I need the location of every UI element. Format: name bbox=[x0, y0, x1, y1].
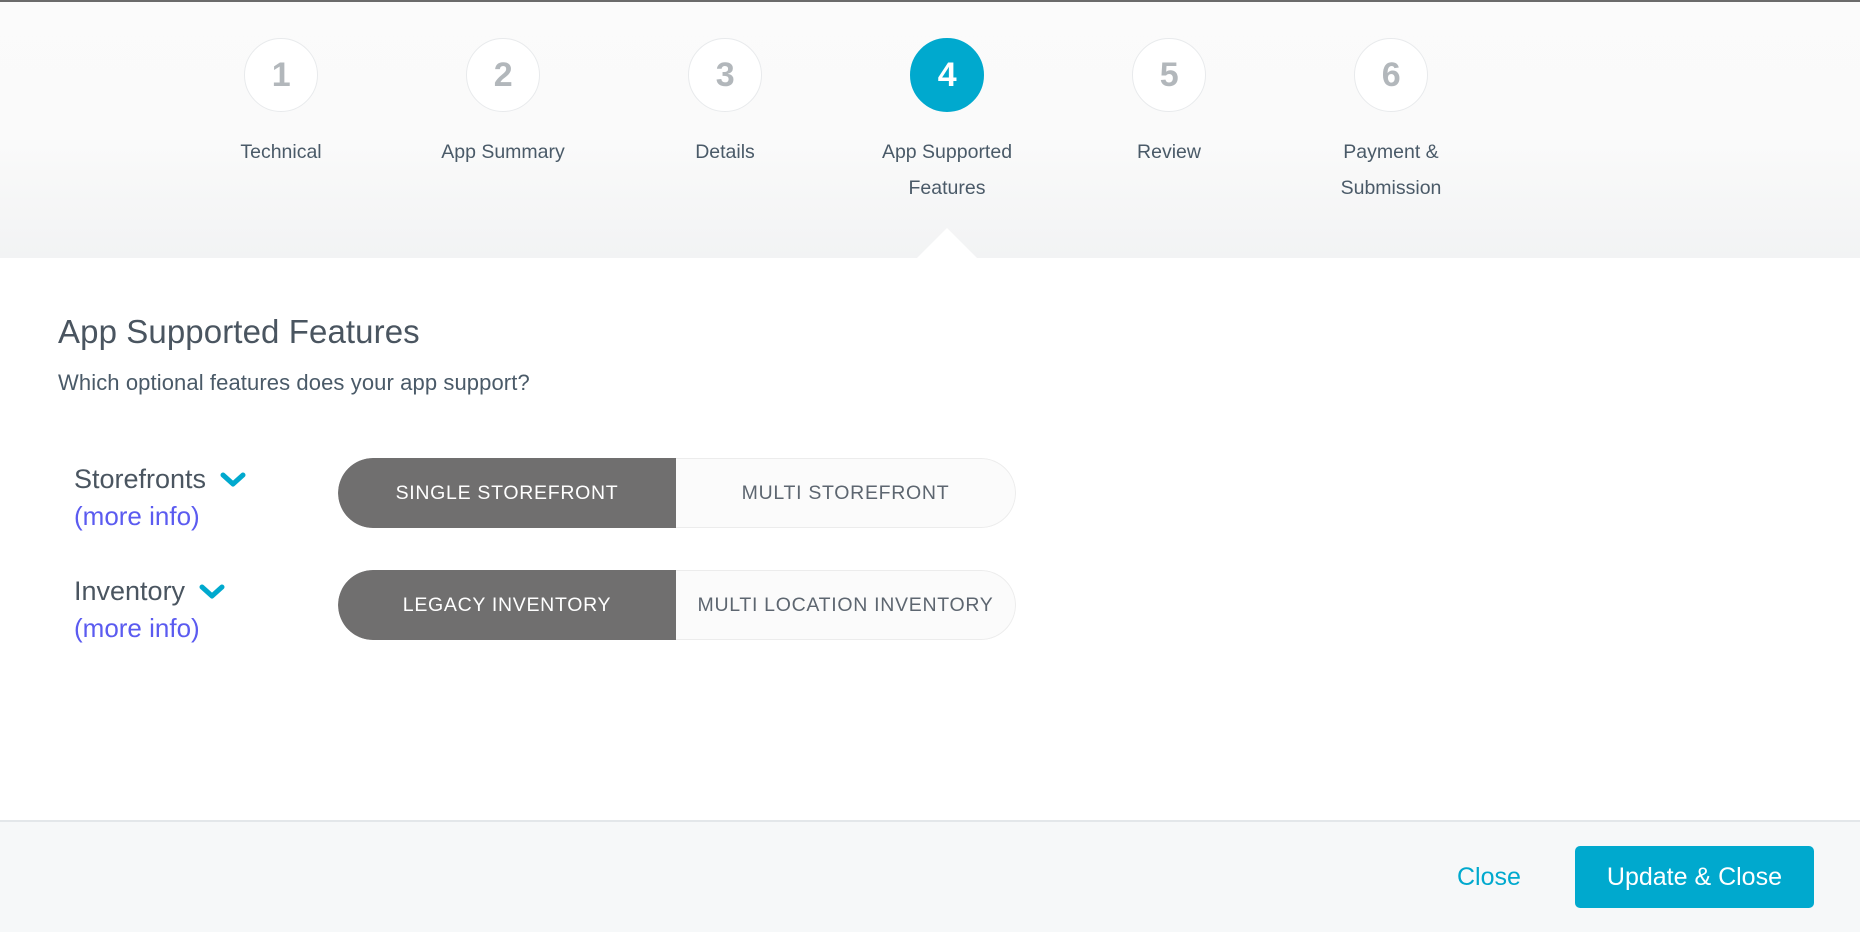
feature-label-line: Inventory bbox=[74, 576, 338, 607]
stepper-step-number: 1 bbox=[244, 38, 318, 112]
stepper-step-number: 2 bbox=[466, 38, 540, 112]
app-supported-features-wizard: 1 Technical 2 App Summary 3 Details 4 App Suppo… bbox=[0, 0, 1860, 932]
stepper-step-2[interactable]: 2 App Summary bbox=[392, 38, 614, 170]
stepper-step-3[interactable]: 3 Details bbox=[614, 38, 836, 170]
stepper-step-number: 6 bbox=[1354, 38, 1428, 112]
stepper-step-1[interactable]: 1 Technical bbox=[170, 38, 392, 170]
stepper-step-number: 3 bbox=[688, 38, 762, 112]
feature-label: Storefronts bbox=[74, 464, 207, 495]
stepper-step-label: App Summary bbox=[441, 141, 565, 163]
wizard-body: App Supported Features Which optional fe… bbox=[0, 258, 1860, 820]
active-step-pointer bbox=[917, 228, 977, 258]
stepper-step-label: Technical bbox=[240, 141, 322, 163]
stepper-steps: 1 Technical 2 App Summary 3 Details 4 App Suppo… bbox=[0, 38, 1860, 206]
feature-toggle-group: SINGLE STOREFRONT MULTI STOREFRONT bbox=[338, 458, 1016, 529]
update-and-close-button[interactable]: Update & Close bbox=[1574, 846, 1814, 908]
feature-list: Storefronts (more info) SINGLE STOREFRONT M… bbox=[58, 458, 1802, 652]
stepper-step-label: App Supported Features bbox=[881, 141, 1013, 199]
stepper-step-number: 5 bbox=[1132, 38, 1206, 112]
page-subtitle: Which optional features does your app su… bbox=[58, 370, 530, 396]
stepper-step-number: 4 bbox=[910, 38, 984, 112]
more-info-link[interactable]: (more info) bbox=[74, 613, 338, 644]
feature-label-group: Inventory (more info) bbox=[58, 570, 338, 644]
toggle-option-selected[interactable]: LEGACY INVENTORY bbox=[338, 570, 676, 641]
stepper-step-6[interactable]: 6 Payment & Submission bbox=[1280, 38, 1502, 206]
stepper-step-label: Details bbox=[695, 141, 755, 163]
feature-row: Inventory (more info) LEGACY INVENTORY MULT… bbox=[58, 570, 1802, 652]
stepper-step-label: Review bbox=[1137, 141, 1201, 163]
toggle-option[interactable]: MULTI LOCATION INVENTORY bbox=[676, 570, 1016, 641]
more-info-link[interactable]: (more info) bbox=[74, 501, 338, 532]
stepper-step-label: Payment & Submission bbox=[1340, 141, 1442, 199]
close-button[interactable]: Close bbox=[1431, 853, 1547, 902]
toggle-option[interactable]: MULTI STOREFRONT bbox=[676, 458, 1016, 529]
stepper-step-4[interactable]: 4 App Supported Features bbox=[836, 38, 1058, 206]
feature-label-line: Storefronts bbox=[74, 464, 338, 495]
top-divider bbox=[0, 0, 1860, 2]
wizard-footer: Close Update & Close bbox=[0, 820, 1860, 932]
feature-row: Storefronts (more info) SINGLE STOREFRONT M… bbox=[58, 458, 1802, 540]
chevron-down-icon[interactable] bbox=[220, 471, 246, 489]
wizard-stepper: 1 Technical 2 App Summary 3 Details 4 App Suppo… bbox=[0, 0, 1860, 258]
page-title: App Supported Features bbox=[58, 313, 420, 350]
stepper-step-5[interactable]: 5 Review bbox=[1058, 38, 1280, 170]
chevron-down-icon[interactable] bbox=[199, 583, 225, 601]
feature-toggle-group: LEGACY INVENTORY MULTI LOCATION INVENTORY bbox=[338, 570, 1016, 641]
feature-label-group: Storefronts (more info) bbox=[58, 458, 338, 532]
feature-label: Inventory bbox=[74, 576, 186, 607]
toggle-option-selected[interactable]: SINGLE STOREFRONT bbox=[338, 458, 676, 529]
